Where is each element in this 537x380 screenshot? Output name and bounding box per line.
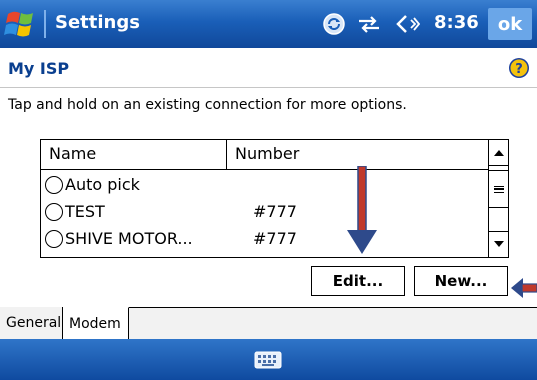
tab-modem[interactable]: Modem <box>63 307 129 340</box>
item-number: #777 <box>253 202 297 221</box>
volume-icon[interactable] <box>392 12 420 36</box>
item-name: Auto pick <box>65 175 140 194</box>
edit-button[interactable]: Edit... <box>311 266 405 296</box>
connectivity-icon[interactable] <box>356 12 382 36</box>
column-header-name[interactable]: Name <box>41 140 227 170</box>
clock[interactable]: 8:36 <box>434 12 479 33</box>
item-name: SHIVE MOTOR... <box>65 229 193 248</box>
list-header: Name Number <box>41 140 488 170</box>
connection-list[interactable]: Name Number Auto pick TEST #777 SHIVE MO… <box>40 139 509 258</box>
radio-button[interactable] <box>45 229 63 248</box>
tab-strip: General Modem <box>0 307 537 340</box>
status-icons <box>322 10 420 38</box>
help-icon[interactable]: ? <box>508 57 530 79</box>
instruction-text: Tap and hold on an existing connection f… <box>8 97 407 113</box>
radio-button[interactable] <box>45 175 63 194</box>
list-item[interactable]: SHIVE MOTOR... #777 <box>41 225 488 252</box>
item-number: #777 <box>253 229 297 248</box>
grip-icon <box>494 185 504 193</box>
scroll-down-button[interactable] <box>489 231 509 257</box>
new-button[interactable]: New... <box>414 266 508 296</box>
page-title: My ISP <box>8 59 70 78</box>
radio-button[interactable] <box>45 202 63 221</box>
item-name: TEST <box>65 202 105 221</box>
windows-start-icon[interactable] <box>4 8 40 40</box>
triangle-down-icon <box>494 241 504 247</box>
list-rows: Auto pick TEST #777 SHIVE MOTOR... #777 <box>41 171 488 252</box>
tab-general[interactable]: General <box>0 307 63 340</box>
list-item[interactable]: Auto pick <box>41 171 488 198</box>
svg-text:?: ? <box>515 62 523 77</box>
ok-button[interactable]: ok <box>488 8 532 40</box>
annotation-arrow-left-icon <box>511 278 537 298</box>
title-bar: Settings 8:36 ok <box>0 0 537 48</box>
app-title: Settings <box>55 12 140 33</box>
scroll-thumb[interactable] <box>489 170 509 208</box>
list-scrollbar[interactable] <box>488 140 509 257</box>
triangle-up-icon <box>494 150 504 156</box>
annotation-arrow-down-icon <box>347 166 377 254</box>
menu-bar <box>0 339 537 380</box>
scroll-up-button[interactable] <box>489 140 509 166</box>
page-header: My ISP ? <box>0 48 537 88</box>
keyboard-icon[interactable] <box>254 350 282 370</box>
list-item[interactable]: TEST #777 <box>41 198 488 225</box>
title-separator <box>44 10 46 38</box>
sync-icon[interactable] <box>322 12 346 36</box>
